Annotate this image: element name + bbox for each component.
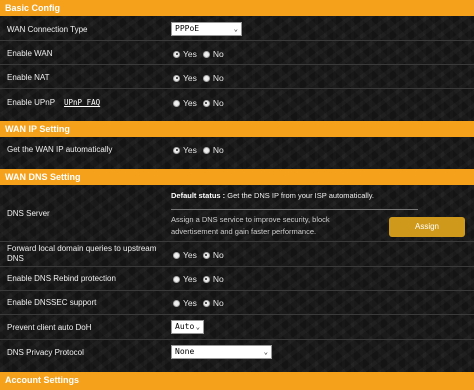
radio-icon[interactable] [173, 251, 180, 259]
radio-icon[interactable] [202, 74, 210, 82]
dnssec-label: Enable DNSSEC support [7, 298, 97, 307]
dns-description: Assign a DNS service to improve security… [171, 215, 330, 236]
forward-local-no[interactable]: No [202, 250, 224, 260]
wan-connection-type-select[interactable]: PPPoE ⌄ [171, 22, 242, 36]
enable-upnp-radios: Yes No [173, 98, 230, 108]
radio-icon[interactable] [173, 275, 180, 283]
dns-privacy-protocol-label: DNS Privacy Protocol [7, 348, 84, 357]
radio-selected-icon[interactable] [173, 74, 180, 82]
enable-nat-no[interactable]: No [202, 73, 224, 83]
enable-nat-label: Enable NAT [7, 73, 50, 82]
enable-upnp-label: Enable UPnP [7, 98, 56, 107]
row-dnssec: Enable DNSSEC support Yes No [0, 291, 474, 315]
row-forward-local: Forward local domain queries to upstream… [0, 242, 474, 267]
row-get-wan-ip: Get the WAN IP automatically Yes No [0, 138, 474, 163]
rebind-no[interactable]: No [202, 274, 224, 284]
radio-selected-icon[interactable] [173, 50, 180, 58]
chevron-down-icon: ⌄ [233, 25, 238, 33]
get-wan-ip-no[interactable]: No [202, 145, 224, 155]
enable-nat-radios: Yes No [173, 73, 230, 83]
enable-upnp-yes[interactable]: Yes [173, 98, 197, 108]
prevent-doh-value: Auto [175, 322, 195, 331]
rebind-protection-radios: Yes No [173, 274, 230, 284]
radio-selected-icon[interactable] [202, 299, 210, 307]
row-dns-privacy-protocol: DNS Privacy Protocol None ⌄ [0, 340, 474, 367]
dnssec-no[interactable]: No [202, 298, 224, 308]
row-wan-connection-type: WAN Connection Type PPPoE ⌄ [0, 17, 474, 41]
row-prevent-doh: Prevent client auto DoH Auto ⌄ [0, 315, 474, 340]
section-basic-config: Basic Config [0, 0, 474, 16]
enable-wan-no[interactable]: No [202, 49, 224, 59]
dns-divider [171, 209, 418, 210]
section-wan-dns-setting: WAN DNS Setting [0, 169, 474, 185]
prevent-doh-select[interactable]: Auto ⌄ [171, 320, 204, 334]
get-wan-ip-radios: Yes No [173, 145, 230, 155]
assign-button[interactable]: Assign [389, 217, 465, 237]
row-enable-upnp: Enable UPnP UPnP FAQ Yes No [0, 89, 474, 117]
forward-local-label: Forward local domain queries to upstream… [7, 244, 157, 263]
enable-wan-yes[interactable]: Yes [173, 49, 197, 59]
radio-icon[interactable] [173, 99, 180, 107]
radio-selected-icon[interactable] [202, 99, 210, 107]
dns-privacy-protocol-value: None [175, 347, 195, 356]
chevron-down-icon: ⌄ [195, 323, 200, 331]
radio-selected-icon[interactable] [173, 146, 180, 154]
dnssec-radios: Yes No [173, 298, 230, 308]
section-wan-ip-setting: WAN IP Setting [0, 121, 474, 137]
radio-selected-icon[interactable] [202, 251, 210, 259]
chevron-down-icon: ⌄ [263, 348, 268, 356]
forward-local-radios: Yes No [173, 250, 230, 260]
row-enable-wan: Enable WAN Yes No [0, 41, 474, 65]
radio-icon[interactable] [202, 146, 210, 154]
section-account-settings: Account Settings [0, 372, 474, 390]
dns-server-label: DNS Server [7, 209, 50, 218]
wan-connection-type-value: PPPoE [175, 24, 200, 33]
rebind-yes[interactable]: Yes [173, 274, 197, 284]
get-wan-ip-yes[interactable]: Yes [173, 145, 197, 155]
row-rebind-protection: Enable DNS Rebind protection Yes No [0, 267, 474, 291]
forward-local-yes[interactable]: Yes [173, 250, 197, 260]
wan-connection-type-label: WAN Connection Type [7, 25, 88, 34]
radio-icon[interactable] [173, 299, 180, 307]
enable-wan-label: Enable WAN [7, 49, 53, 58]
enable-nat-yes[interactable]: Yes [173, 73, 197, 83]
row-enable-nat: Enable NAT Yes No [0, 65, 474, 89]
radio-icon[interactable] [202, 50, 210, 58]
dns-privacy-protocol-select[interactable]: None ⌄ [171, 345, 272, 359]
enable-upnp-no[interactable]: No [202, 98, 224, 108]
get-wan-ip-label: Get the WAN IP automatically [7, 145, 113, 154]
upnp-faq-link[interactable]: UPnP FAQ [64, 98, 100, 107]
radio-selected-icon[interactable] [202, 275, 210, 283]
enable-wan-radios: Yes No [173, 49, 230, 59]
prevent-doh-label: Prevent client auto DoH [7, 323, 92, 332]
rebind-protection-label: Enable DNS Rebind protection [7, 274, 116, 283]
dns-default-status: Default status : Get the DNS IP from you… [171, 191, 375, 200]
dnssec-yes[interactable]: Yes [173, 298, 197, 308]
